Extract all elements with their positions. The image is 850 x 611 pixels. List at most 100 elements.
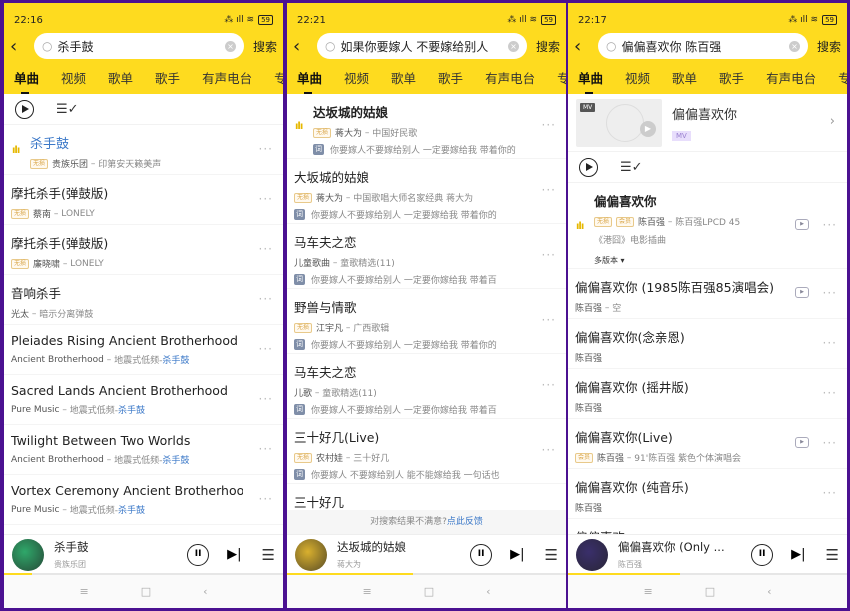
more-icon[interactable]: ···: [259, 492, 273, 506]
more-icon[interactable]: ···: [823, 218, 837, 232]
tab-1[interactable]: 视频: [344, 68, 369, 87]
song-row[interactable]: 偏偏喜欢你(Live) 会员 陈百强 – 91'陈百强 紫色个体演唱会 ▶ ···: [568, 419, 847, 469]
queue-button[interactable]: ☰: [262, 546, 275, 564]
menu-icon[interactable]: ≡: [362, 585, 371, 598]
menu-icon[interactable]: ≡: [79, 585, 88, 598]
nav-back-icon[interactable]: ‹: [486, 585, 490, 598]
home-icon[interactable]: □: [705, 585, 715, 598]
more-icon[interactable]: ···: [823, 286, 837, 300]
search-button[interactable]: 搜索: [817, 38, 841, 55]
home-icon[interactable]: □: [141, 585, 151, 598]
tab-2[interactable]: 歌单: [672, 68, 697, 87]
mv-play-icon[interactable]: ▶: [795, 286, 809, 298]
song-row[interactable]: 偏偏喜欢你 (1985陈百强85演唱会) 陈百强 – 空 ▶ ···: [568, 269, 847, 319]
tab-3[interactable]: 歌手: [719, 68, 744, 87]
multi-select-icon[interactable]: ☰✓: [620, 160, 643, 175]
clear-icon[interactable]: ×: [788, 40, 800, 52]
mv-play-icon[interactable]: ▶: [795, 218, 809, 230]
chevron-right-icon[interactable]: ›: [830, 114, 835, 129]
song-row[interactable]: 摩托杀手(弹鼓版) 无损 廉晓啸 – LONELY ···: [4, 225, 283, 275]
tab-0[interactable]: 单曲: [297, 68, 322, 94]
song-row[interactable]: ılı 达坂城的姑娘 无损 蒋大为 – 中国好民歌词你要嫁人不要嫁给别人 一定要嫁给我…: [287, 94, 566, 159]
song-row[interactable]: Vortex Ceremony Ancient Brotherhood Pure …: [4, 475, 283, 525]
back-icon[interactable]: ‹: [10, 36, 34, 57]
mv-play-icon[interactable]: ▶: [795, 436, 809, 448]
tab-5[interactable]: 专: [274, 68, 283, 87]
tab-3[interactable]: 歌手: [155, 68, 180, 87]
more-icon[interactable]: ···: [823, 486, 837, 500]
pause-button[interactable]: II: [470, 543, 493, 566]
queue-button[interactable]: ☰: [545, 546, 558, 564]
search-button[interactable]: 搜索: [536, 38, 560, 55]
tab-1[interactable]: 视频: [625, 68, 650, 87]
pause-button[interactable]: II: [751, 543, 774, 566]
mv-thumbnail[interactable]: MV ▶: [576, 98, 662, 147]
home-icon[interactable]: □: [424, 585, 434, 598]
tab-0[interactable]: 单曲: [14, 68, 39, 94]
search-button[interactable]: 搜索: [253, 38, 277, 55]
more-icon[interactable]: ···: [259, 392, 273, 406]
player-info[interactable]: 偏偏喜欢你 (Only ... 陈百强: [618, 539, 751, 570]
song-row[interactable]: 偏偏喜欢你(念亲恩) 陈百强 ···: [568, 319, 847, 369]
more-icon[interactable]: ···: [823, 436, 837, 450]
more-icon[interactable]: ···: [823, 336, 837, 350]
more-icon[interactable]: ···: [542, 118, 556, 132]
tab-4[interactable]: 有声电台: [485, 68, 535, 87]
nav-back-icon[interactable]: ‹: [767, 585, 771, 598]
tab-4[interactable]: 有声电台: [202, 68, 252, 87]
tab-0[interactable]: 单曲: [578, 68, 603, 94]
more-icon[interactable]: ···: [542, 378, 556, 392]
search-input[interactable]: ○ 杀手鼓 ×: [34, 33, 244, 59]
next-button[interactable]: ▶|: [227, 547, 241, 562]
song-row[interactable]: 三十好几(Live) 无损 农村娃 – 三十好几词你要嫁人 不要嫁给别人 能不能嫁给…: [287, 419, 566, 484]
pause-button[interactable]: II: [187, 543, 210, 566]
menu-icon[interactable]: ≡: [643, 585, 652, 598]
song-row[interactable]: 野兽与情歌 无损 江宇凡 – 广西歌辑词你要嫁人不要嫁给别人 一定要嫁给我 带着你的…: [287, 289, 566, 354]
mini-player[interactable]: 达坂城的姑娘 蒋大为 II ▶| ☰: [287, 534, 566, 574]
search-query[interactable]: 杀手鼓: [57, 38, 225, 55]
search-query[interactable]: 如果你要嫁人 不要嫁给别人: [340, 38, 508, 55]
song-row[interactable]: 偏偏喜欢你 (纯音乐) 陈百强 ···: [568, 469, 847, 519]
tab-4[interactable]: 有声电台: [766, 68, 816, 87]
mini-player[interactable]: 杀手鼓 贵族乐团 II ▶| ☰: [4, 534, 283, 574]
song-row[interactable]: Pleiades Rising Ancient Brotherhood Ancie…: [4, 325, 283, 375]
search-input[interactable]: ○ 如果你要嫁人 不要嫁给别人 ×: [317, 33, 527, 59]
album-cover[interactable]: [576, 538, 608, 571]
more-icon[interactable]: ···: [259, 342, 273, 356]
more-icon[interactable]: ···: [259, 242, 273, 256]
play-all-icon[interactable]: [579, 157, 598, 177]
album-cover[interactable]: [12, 538, 44, 571]
tab-5[interactable]: 专: [557, 68, 566, 87]
tab-2[interactable]: 歌单: [108, 68, 133, 87]
play-all-icon[interactable]: [15, 99, 34, 119]
song-row[interactable]: 偏偏喜欢你 (摇井版) 陈百强 ···: [568, 369, 847, 419]
tab-5[interactable]: 专: [838, 68, 847, 87]
back-icon[interactable]: ‹: [293, 36, 317, 57]
clear-icon[interactable]: ×: [507, 40, 519, 52]
album-cover[interactable]: [295, 538, 327, 571]
song-row[interactable]: Twilight Between Two Worlds Ancient Broth…: [4, 425, 283, 475]
player-info[interactable]: 达坂城的姑娘 蒋大为: [337, 539, 470, 570]
song-row[interactable]: Sacred Lands Ancient Brotherhood Pure Mus…: [4, 375, 283, 425]
mv-card[interactable]: MV ▶ 偏偏喜欢你 MV ›: [568, 94, 847, 152]
song-row[interactable]: 大坂城的姑娘 无损 蒋大为 – 中国歌唱大师名家经典 蒋大为词你要嫁人不要嫁给别人 …: [287, 159, 566, 224]
feedback-link[interactable]: 点此反馈: [447, 517, 483, 527]
tab-2[interactable]: 歌单: [391, 68, 416, 87]
back-icon[interactable]: ‹: [574, 36, 598, 57]
song-row[interactable]: ılı 偏偏喜欢你 无损 会员 陈百强 – 陈百强LPCD 45 《港囧》电影插曲 多版本 …: [568, 183, 847, 269]
more-icon[interactable]: ···: [259, 192, 273, 206]
queue-button[interactable]: ☰: [826, 546, 839, 564]
search-query[interactable]: 偏偏喜欢你 陈百强: [621, 38, 789, 55]
nav-back-icon[interactable]: ‹: [203, 585, 207, 598]
player-info[interactable]: 杀手鼓 贵族乐团: [54, 539, 187, 570]
search-input[interactable]: ○ 偏偏喜欢你 陈百强 ×: [598, 33, 808, 59]
more-icon[interactable]: ···: [259, 142, 273, 156]
tab-3[interactable]: 歌手: [438, 68, 463, 87]
more-icon[interactable]: ···: [259, 442, 273, 456]
song-row[interactable]: 马车夫之恋 儿歌 – 童歌精选(11) 词你要嫁人不要嫁给别人 一定要你嫁给我 带着…: [287, 354, 566, 419]
clear-icon[interactable]: ×: [224, 40, 236, 52]
multi-select-icon[interactable]: ☰✓: [56, 102, 79, 117]
tab-1[interactable]: 视频: [61, 68, 86, 87]
next-button[interactable]: ▶|: [510, 547, 524, 562]
song-row[interactable]: 摩托杀手(弹鼓版) 无损 蔡南 – LONELY ···: [4, 175, 283, 225]
